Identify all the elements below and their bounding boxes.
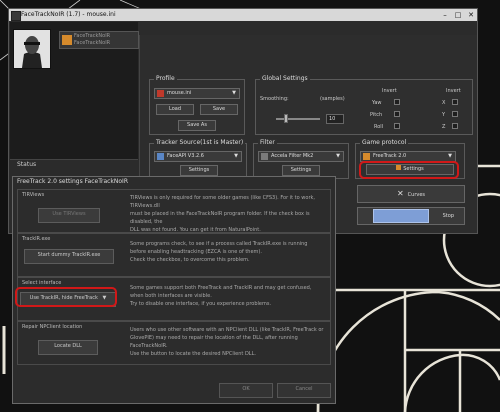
- section-repair-npclient: Repair NPClient location Locate DLL User…: [17, 321, 331, 365]
- protocol-settings-highlight: [359, 161, 459, 179]
- desc-line: before enabling headtracking (EZCA is on…: [130, 249, 262, 255]
- yaw-label: Yaw: [372, 100, 382, 106]
- section-title: TrackIR.exe: [22, 236, 51, 242]
- filter-icon: [261, 153, 268, 160]
- protocol-icon: [363, 153, 370, 160]
- main-window-title: FaceTrackNoIR (1.7) - mouse.ini: [21, 11, 116, 18]
- logo-icon: [62, 35, 72, 45]
- tools-icon: ✕: [396, 189, 404, 198]
- desc-line: Try to disable one interface, if you exp…: [130, 301, 272, 307]
- chevron-down-icon: ▼: [336, 153, 340, 159]
- section-description: Some programs check, to see if a process…: [130, 240, 326, 264]
- profile-group: Profile mouse.ini ▼ Load Save Save As: [149, 75, 245, 135]
- tracker-selected: FaceAPI V3.2.6: [167, 153, 204, 159]
- status-label: Status: [17, 161, 37, 168]
- interface-select-highlight: [15, 287, 117, 307]
- desc-line: TIRViews is only required for some older…: [130, 195, 315, 209]
- app-logo: FaceTrackNoIR FaceTrackNoIR: [59, 31, 139, 49]
- filter-group: Filter Accela Filter Mk2 ▼ Settings: [253, 139, 349, 179]
- filter-selected: Accela Filter Mk2: [271, 153, 314, 159]
- global-settings-group: Global Settings Smoothing: (samples) 10 …: [255, 75, 473, 135]
- chevron-down-icon: ▼: [448, 153, 452, 159]
- samples-label: (samples): [320, 96, 345, 102]
- smoothing-spinbox[interactable]: 10: [326, 114, 344, 124]
- app-icon: [11, 11, 21, 21]
- protocol-selected: FreeTrack 2.0: [373, 153, 407, 159]
- stop-label: Stop: [442, 213, 454, 219]
- profile-selected: mouse.ini: [167, 90, 192, 96]
- section-trackir-exe: TrackIR.exe Start dummy TrackIR.exe Some…: [17, 233, 331, 277]
- desc-line: when both interfaces are visible.: [130, 293, 212, 299]
- section-description: Users who use other software with an NPC…: [130, 326, 326, 358]
- tirviews-checkbox[interactable]: Use TIRViews: [38, 208, 100, 223]
- main-titlebar[interactable]: FaceTrackNoIR (1.7) - mouse.ini – □ ✕: [9, 9, 477, 21]
- desc-line: must be placed in the FaceTrackNoIR prog…: [130, 211, 310, 225]
- section-tirviews: TIRViews Use TIRViews TIRViews is only r…: [17, 189, 331, 233]
- stop-icon: [373, 209, 429, 223]
- x-label: X: [442, 100, 446, 106]
- curves-button[interactable]: ✕ Curves: [357, 185, 465, 203]
- avatar: [13, 29, 51, 69]
- load-button[interactable]: Load: [156, 104, 194, 115]
- invert-yaw-checkbox[interactable]: [394, 99, 400, 105]
- smoothing-label: Smoothing:: [260, 96, 289, 102]
- invert-x-checkbox[interactable]: [452, 99, 458, 105]
- desc-line: Some programs check, to see if a process…: [130, 241, 308, 247]
- desc-line: Users who use other software with an NPC…: [130, 327, 324, 333]
- desc-line: GlovePIE) may need to repair the locatio…: [130, 335, 298, 349]
- curves-label: Curves: [407, 192, 426, 198]
- maximize-icon[interactable]: □: [452, 10, 464, 20]
- invert-header-right: Invert: [446, 88, 461, 94]
- game-protocol-title: Game protocol: [360, 139, 409, 146]
- tracker-source-title: Tracker Source(1st is Master): [154, 139, 246, 146]
- dialog-title: FreeTrack 2.0 settings FaceTrackNoIR: [17, 178, 128, 185]
- locate-dll-button[interactable]: Locate DLL: [38, 340, 98, 355]
- invert-z-checkbox[interactable]: [452, 123, 458, 129]
- invert-roll-checkbox[interactable]: [394, 123, 400, 129]
- tracker-settings-button[interactable]: Settings: [180, 165, 218, 176]
- desc-line: Use the button to locate the desired NPC…: [130, 351, 256, 357]
- logo-text: FaceTrackNoIR: [74, 33, 111, 39]
- settings-dialog: FreeTrack 2.0 settings FaceTrackNoIR TIR…: [12, 176, 336, 404]
- z-label: Z: [442, 124, 446, 130]
- filter-settings-button[interactable]: Settings: [282, 165, 320, 176]
- dialog-titlebar[interactable]: FreeTrack 2.0 settings FaceTrackNoIR: [13, 177, 335, 187]
- invert-header-left: Invert: [382, 88, 397, 94]
- minimize-icon[interactable]: –: [439, 10, 451, 20]
- dummy-trackir-checkbox[interactable]: Start dummy TrackIR.exe: [24, 249, 114, 264]
- pitch-label: Pitch: [370, 112, 383, 118]
- smoothing-slider-handle[interactable]: [284, 114, 288, 123]
- save-button[interactable]: Save: [200, 104, 238, 115]
- smoothing-slider-track[interactable]: [276, 118, 320, 120]
- profile-title: Profile: [154, 75, 177, 82]
- section-title: Select interface: [22, 280, 62, 286]
- roll-label: Roll: [374, 124, 384, 130]
- logo-text-2: FaceTrackNoIR: [74, 40, 111, 46]
- profile-select[interactable]: mouse.ini ▼: [154, 88, 240, 99]
- profile-icon: [157, 90, 164, 97]
- ok-button[interactable]: OK: [219, 383, 273, 398]
- section-title: TIRViews: [22, 192, 45, 198]
- cancel-button[interactable]: Cancel: [277, 383, 331, 398]
- filter-select[interactable]: Accela Filter Mk2 ▼: [258, 151, 344, 162]
- save-as-button[interactable]: Save As: [178, 120, 216, 131]
- section-description: Some games support both FreeTrack and Tr…: [130, 284, 326, 308]
- invert-pitch-checkbox[interactable]: [394, 111, 400, 117]
- invert-y-checkbox[interactable]: [452, 111, 458, 117]
- section-title: Repair NPClient location: [22, 324, 83, 330]
- tracker-select[interactable]: FaceAPI V3.2.6 ▼: [154, 151, 242, 162]
- section-description: TIRViews is only required for some older…: [130, 194, 326, 234]
- tracker-source-group: Tracker Source(1st is Master) FaceAPI V3…: [149, 139, 247, 179]
- chevron-down-icon: ▼: [234, 153, 238, 159]
- desc-line: Check the checkbox, to overcome this pro…: [130, 257, 250, 263]
- desc-line: Some games support both FreeTrack and Tr…: [130, 285, 312, 291]
- close-icon[interactable]: ✕: [465, 10, 477, 20]
- filter-title: Filter: [258, 139, 277, 146]
- y-label: Y: [442, 112, 446, 118]
- tracker-icon: [157, 153, 164, 160]
- chevron-down-icon: ▼: [232, 90, 236, 96]
- global-settings-title: Global Settings: [260, 75, 310, 82]
